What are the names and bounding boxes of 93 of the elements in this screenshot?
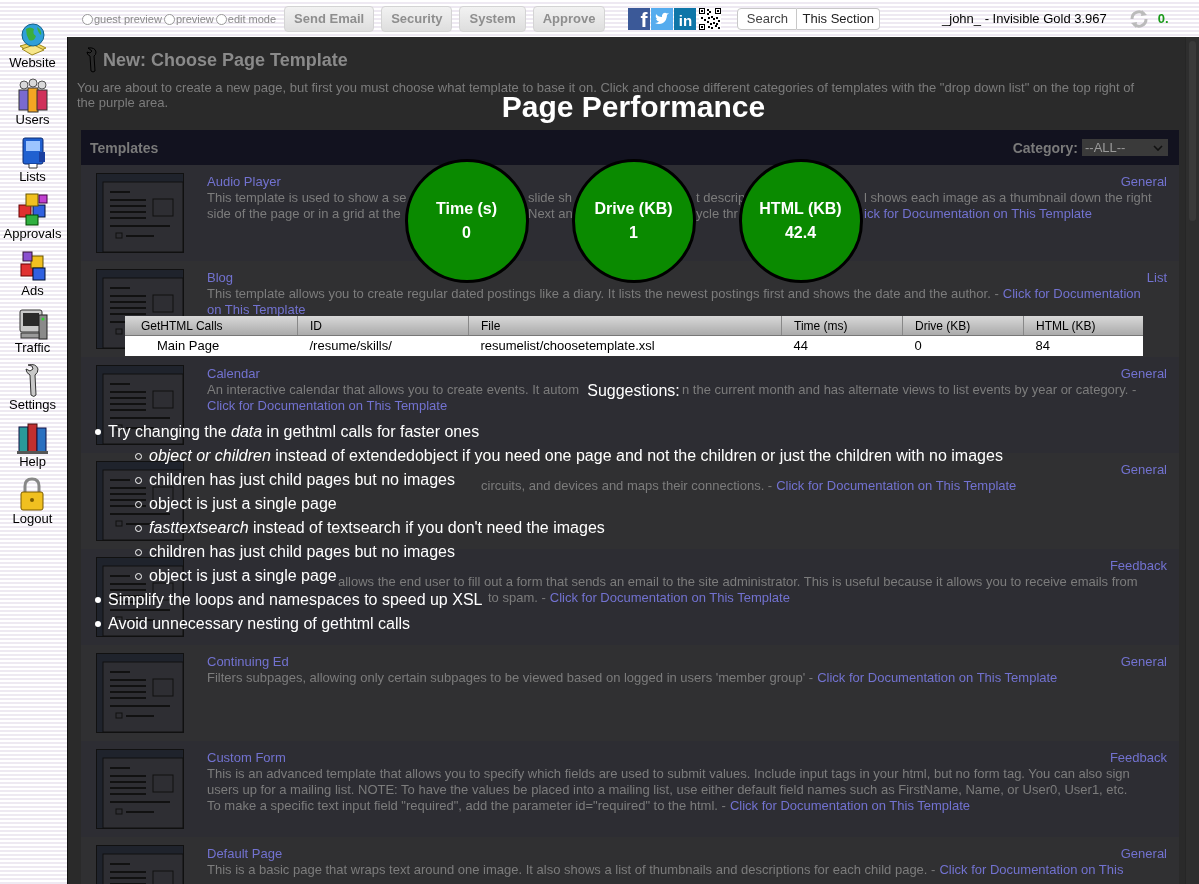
linkedin-button[interactable]: in — [674, 7, 697, 30]
doc-link[interactable]: Click for Documentation on This Template — [549, 590, 790, 605]
sidebar-item[interactable]: Lists — [14, 134, 51, 190]
panel-title: Templates — [90, 139, 159, 156]
radio-button[interactable] — [163, 13, 175, 25]
template-description: slide sh — [528, 190, 573, 205]
category-link[interactable]: List — [1146, 270, 1167, 286]
page-title: New: Choose Page Template — [103, 49, 348, 71]
column-header: File — [468, 316, 782, 336]
template-description: This template is used to show a se — [207, 190, 407, 205]
sidebar-item[interactable]: Website — [9, 20, 56, 76]
wrench-icon — [25, 362, 40, 398]
template-link[interactable]: Continuing Ed — [207, 654, 289, 670]
sidebar-item[interactable]: Logout — [12, 476, 53, 532]
table-cell: Main Page — [125, 335, 298, 356]
template-description: This template allows you to create regular dated postings like a diary. It lists the newest postings first and shows the date and the author. - — [207, 286, 999, 301]
radio-label[interactable]: preview — [175, 13, 214, 25]
intro-text: You are about to create a new page, but first you must choose what template to base it on. Click and choose different categories of templates with the "drop down list" on the top right of — [77, 80, 1135, 95]
suggestion-text: Avoid unnecessary nesting of gethtml calls — [108, 614, 411, 634]
suggestion-text: Try changing the data in gethtml calls for faster ones — [108, 422, 480, 442]
doc-link[interactable]: Click for Documentation on This — [939, 862, 1124, 877]
template-description: To make a specific text input field "required", add the parameter id="required" to the html. - — [207, 798, 726, 813]
suggestion-text: fasttextsearch instead of textsearch if you don't need the images — [149, 518, 605, 538]
sidebar-item[interactable]: Help — [14, 419, 51, 475]
template-link[interactable]: Custom Form — [207, 750, 286, 766]
sidebar-item[interactable]: Ads — [14, 248, 51, 304]
suggestions-heading: Suggestions: — [587, 382, 680, 400]
radio-button[interactable] — [82, 13, 93, 25]
doc-link[interactable]: Click for Documentation on This Template — [817, 670, 1058, 685]
template-description: circuits, and devices and maps their connections. - — [481, 478, 773, 493]
radio-button[interactable] — [215, 13, 227, 25]
template-description: This is an advanced template that allows you to specify which fields are used to submit values. Include input tags in your html, but no form tag. You can also sign — [207, 766, 1130, 781]
category-link[interactable]: General — [1120, 462, 1167, 478]
column-header: GetHTML Calls — [125, 316, 298, 336]
doc-link[interactable]: Click for Documentation — [1002, 286, 1141, 301]
user-label: _john_ - Invisible Gold 3.967 — [942, 11, 1107, 26]
bullet-icon — [95, 429, 101, 435]
qr-code-icon[interactable] — [699, 7, 722, 30]
column-header: Time (ms) — [781, 316, 903, 336]
status-value: 0. — [1157, 11, 1169, 26]
sidebar-item[interactable]: Approvals — [3, 191, 62, 247]
search-button[interactable]: Search — [737, 7, 798, 30]
doc-link[interactable]: Click for Documentation on This Template — [776, 478, 1017, 493]
template-description: n the current month and has alternate views to list events by year or category. - — [682, 382, 1137, 397]
category-link[interactable]: Feedback — [1109, 750, 1167, 766]
category-link[interactable]: General — [1120, 174, 1167, 190]
template-description: ycle thr — [696, 206, 738, 221]
suggestion-text: object is just a single page — [149, 566, 337, 586]
search-button[interactable]: This Section — [797, 7, 880, 30]
category-label: Category: — [1012, 139, 1078, 156]
template-link[interactable]: Audio Player — [207, 174, 281, 190]
bullet-icon — [95, 597, 101, 603]
sidebar-item[interactable]: Settings — [9, 362, 56, 418]
doc-link[interactable]: Click for Documentation on This Template — [729, 798, 970, 813]
template-link[interactable]: Blog — [207, 270, 234, 286]
category-link[interactable]: General — [1120, 654, 1167, 670]
column-header: Drive (KB) — [902, 316, 1024, 336]
template-description: This is a basic page that wraps text around one image. It also shows a list of thumbnails and descriptions for each child page. - — [207, 862, 936, 877]
template-link[interactable]: Default Page — [207, 846, 283, 862]
suggestion-text: children has just child pages but no images — [149, 470, 455, 490]
template-description: An interactive calendar that allows you to create events. It autom — [207, 382, 580, 397]
template-description: l shows each image as a thumbnail down the right — [864, 190, 1152, 205]
doc-link[interactable]: ick for Documentation on This Template — [864, 206, 1092, 221]
template-link[interactable]: Calendar — [207, 366, 260, 382]
suggestion-text: object is just a single page — [149, 494, 337, 514]
template-description: side of the page or in a grid at the — [207, 206, 401, 221]
template-description: Filters subpages, allowing only certain subpages to be viewed based on logged in users 'member group' - — [207, 670, 814, 685]
intro-text: the purple area. — [77, 95, 169, 110]
template-description: allows the end user to fill out a form that sends an email to the site administrator. This is useful because it allows you to receive emails from — [338, 574, 1138, 589]
category-link[interactable]: General — [1120, 366, 1167, 382]
facebook-button[interactable]: f — [628, 7, 651, 30]
suggestion-text: object or children instead of extendedobject if you need one page and not the children or just the children with no images — [149, 446, 1003, 466]
sidebar-item[interactable]: Users — [14, 77, 51, 133]
table-cell: resumelist/choosetemplate.xsl — [468, 335, 782, 356]
bird-icon[interactable] — [651, 7, 674, 30]
template-description: users up for a mailing list. NOTE: To have the values be placed into a mailing list, use either default field names such as FirstName, Name, or User0, User1, etc. — [207, 782, 1128, 797]
category-link[interactable]: General — [1120, 846, 1167, 862]
caret-icon[interactable] — [1153, 144, 1163, 151]
column-header: HTML (KB) — [1023, 316, 1143, 336]
bullet-icon — [95, 621, 101, 627]
category-dropdown[interactable]: --ALL-- — [1082, 139, 1168, 156]
suggestion-text: Simplify the loops and namespaces to speed up XSL — [108, 590, 483, 610]
category-link[interactable]: Feedback — [1109, 558, 1167, 574]
template-description: to spam. - — [488, 590, 546, 605]
scrollbar[interactable] — [1185, 37, 1199, 884]
doc-link[interactable]: on This Template — [207, 302, 306, 317]
template-description: Next an — [528, 206, 573, 221]
radio-label[interactable]: edit mode — [227, 13, 277, 25]
column-header: ID — [297, 316, 469, 336]
suggestion-text: children has just child pages but no images — [149, 542, 455, 562]
doc-link[interactable]: Click for Documentation on This Template — [207, 398, 448, 413]
sidebar-item[interactable]: Traffic — [14, 305, 51, 361]
radio-label[interactable]: guest preview — [94, 13, 162, 25]
